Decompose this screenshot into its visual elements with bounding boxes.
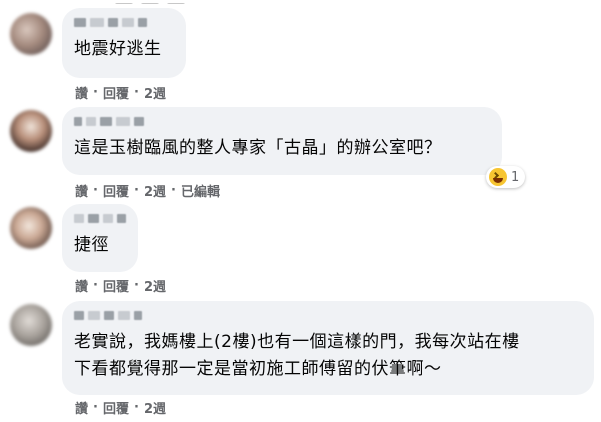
commenter-name-blurred[interactable]: [74, 117, 490, 127]
reply-link[interactable]: 回覆: [103, 276, 129, 295]
separator-dot: ·: [93, 183, 98, 198]
like-link[interactable]: 讚: [75, 398, 88, 417]
commenter-name-blurred[interactable]: [74, 214, 126, 224]
reaction-count: 1: [511, 169, 520, 185]
separator-dot: ·: [93, 400, 98, 415]
comment-text: 地震好逃生: [74, 39, 162, 59]
like-link[interactable]: 讚: [75, 276, 88, 295]
separator-dot: ·: [133, 85, 139, 100]
comment-actions: 讚 · 回覆 · 2週 · 已編輯: [75, 181, 220, 200]
like-link[interactable]: 讚: [75, 83, 88, 102]
timestamp-link[interactable]: 2週: [144, 181, 166, 200]
comment-actions: 讚 · 回覆 · 2週: [75, 398, 166, 417]
previous-comment-actions-cutoff: [115, 0, 225, 4]
like-link[interactable]: 讚: [75, 181, 88, 200]
comment-text-line-1: 老實說，我媽樓上(2樓)也有一個這樣的門，我每次站在樓: [74, 332, 520, 352]
commenter-name-blurred[interactable]: [74, 18, 174, 28]
timestamp-link[interactable]: 2週: [144, 398, 166, 417]
separator-dot: ·: [93, 85, 98, 100]
comment-text: 捷徑: [74, 235, 109, 255]
comment-actions: 讚 · 回覆 · 2週: [75, 83, 166, 102]
commenter-name-blurred[interactable]: [74, 311, 582, 321]
haha-emoji-icon: [489, 168, 507, 186]
separator-dot: ·: [170, 183, 176, 198]
avatar[interactable]: [10, 207, 52, 249]
comment-bubble: 老實說，我媽樓上(2樓)也有一個這樣的門，我每次站在樓 下看都覺得那一定是當初施…: [62, 301, 594, 395]
comment-bubble: 這是玉樹臨風的整人專家「古晶」的辦公室吧？: [62, 107, 502, 175]
comment-actions: 讚 · 回覆 · 2週: [75, 276, 166, 295]
avatar[interactable]: [10, 13, 52, 55]
reply-link[interactable]: 回覆: [103, 83, 129, 102]
separator-dot: ·: [133, 183, 139, 198]
comment-bubble: 地震好逃生: [62, 8, 186, 78]
timestamp-link[interactable]: 2週: [144, 83, 166, 102]
reply-link[interactable]: 回覆: [103, 398, 129, 417]
comment-bubble: 捷徑: [62, 204, 138, 272]
separator-dot: ·: [133, 278, 139, 293]
separator-dot: ·: [93, 278, 98, 293]
reaction-summary[interactable]: 1: [486, 166, 526, 188]
comment-text: 這是玉樹臨風的整人專家「古晶」的辦公室吧？: [74, 138, 442, 158]
avatar[interactable]: [10, 304, 52, 346]
avatar[interactable]: [10, 110, 52, 152]
separator-dot: ·: [133, 400, 139, 415]
comment-text-line-2: 下看都覺得那一定是當初施工師傅留的伏筆啊～: [74, 359, 442, 379]
reply-link[interactable]: 回覆: [103, 181, 129, 200]
edited-label[interactable]: 已編輯: [181, 181, 220, 200]
timestamp-link[interactable]: 2週: [144, 276, 166, 295]
